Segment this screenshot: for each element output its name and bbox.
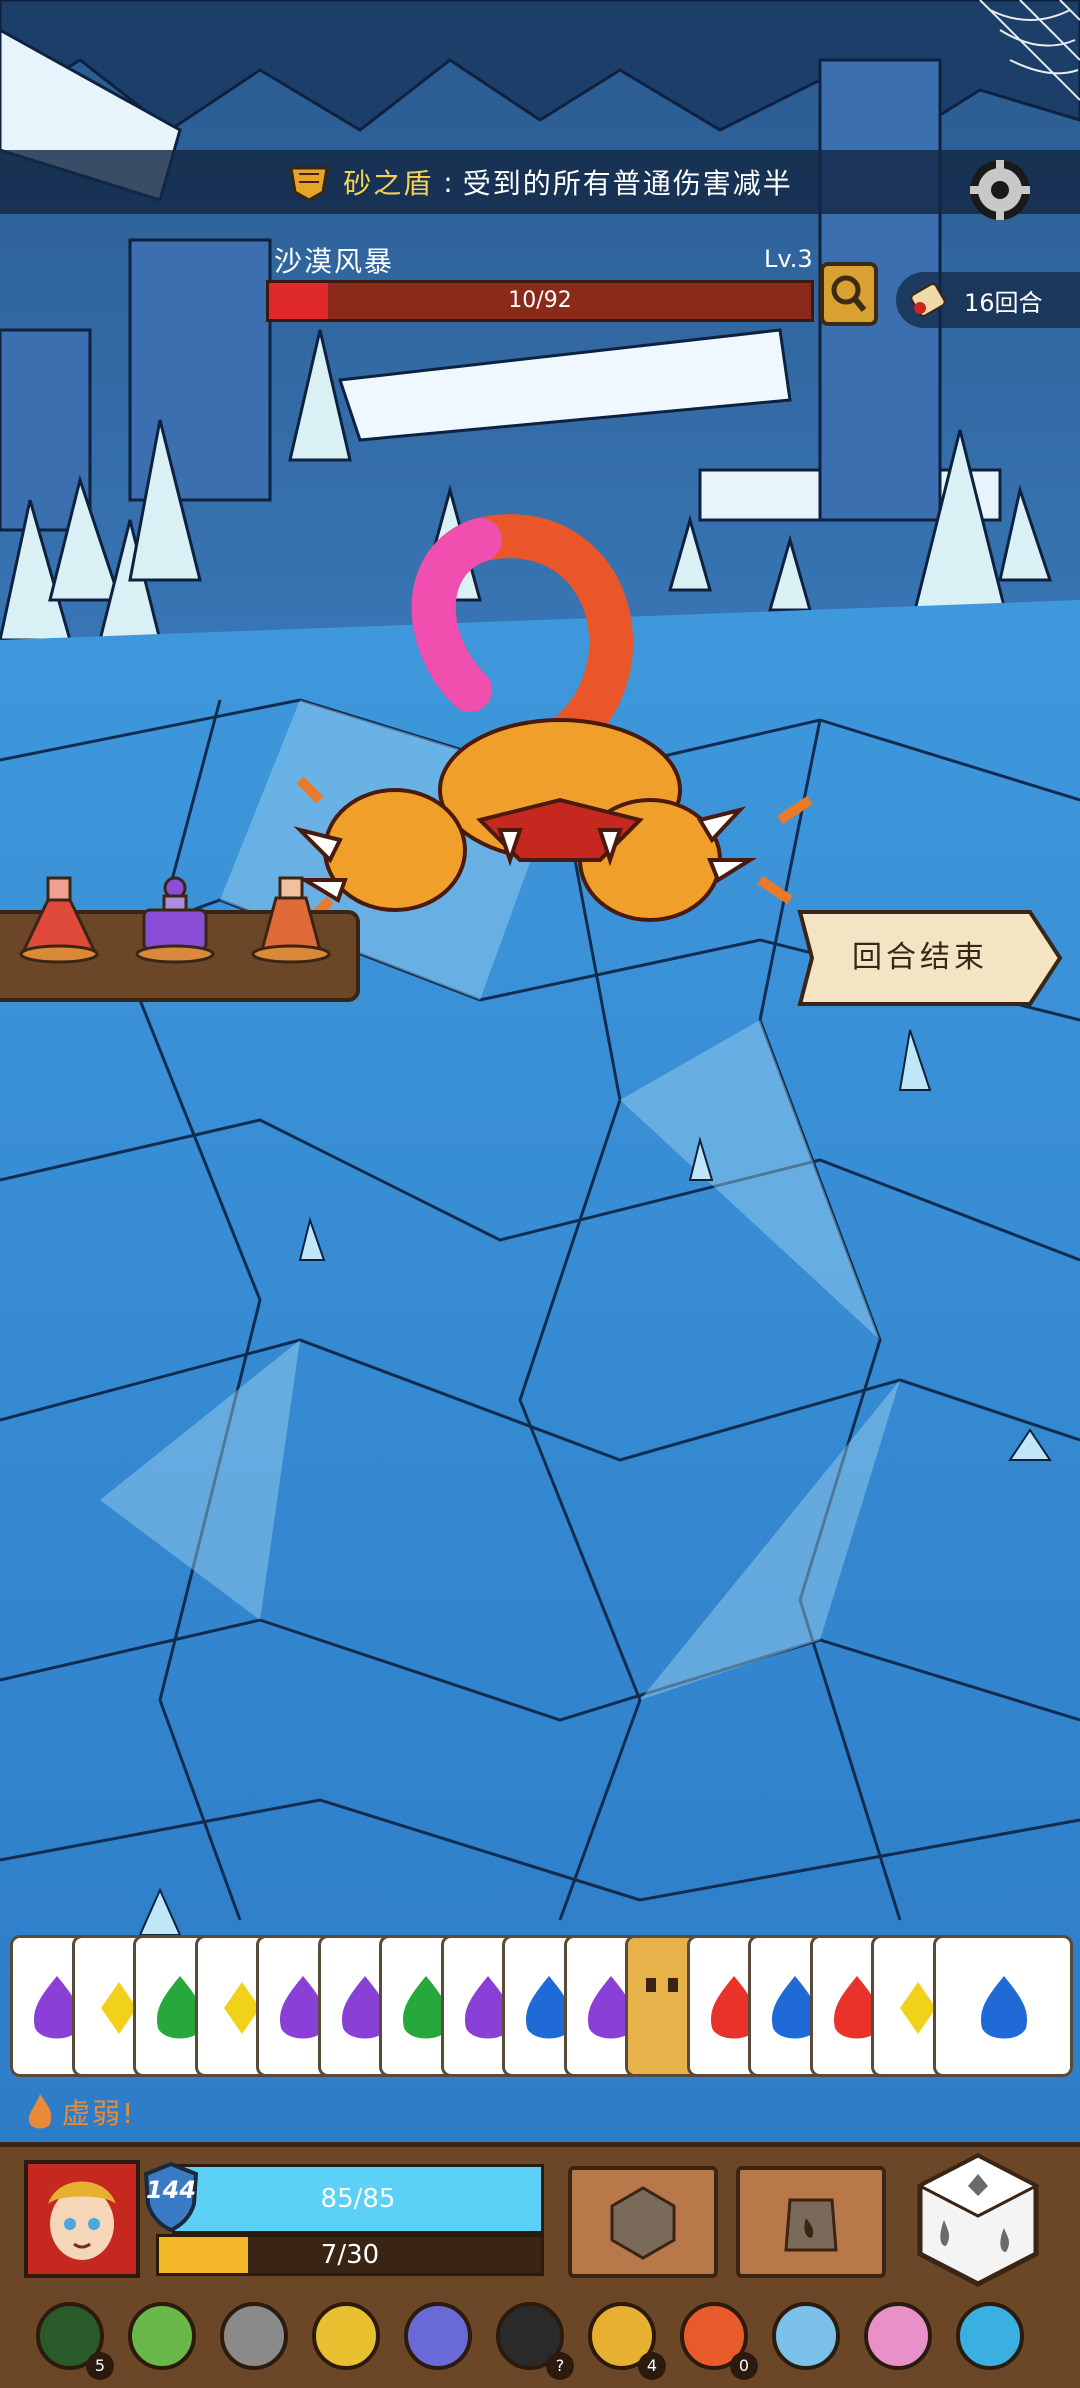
stone-gear-icon[interactable] (216, 2296, 292, 2376)
card-drop[interactable] (932, 1935, 1073, 2077)
hero-portrait (28, 2164, 136, 2274)
pink-d20-icon[interactable] (860, 2296, 936, 2376)
shield-value: 144 (145, 2176, 197, 2204)
weak-status: 虚弱! (22, 2092, 135, 2132)
blue-gem-icon[interactable] (952, 2296, 1028, 2376)
player-hp-text: 85/85 (320, 2184, 396, 2214)
round-counter: 16回合 (896, 272, 1080, 328)
roll-dice-button[interactable] (908, 2150, 1048, 2290)
relic-count-badge: 5 (86, 2352, 114, 2380)
blue-claw-icon[interactable] (400, 2296, 476, 2376)
orange-potion[interactable] (246, 870, 336, 970)
enemy-ability-banner: 砂之盾 : 受到的所有普通伤害减半 (0, 150, 1080, 214)
battle-scene: 砂之盾 : 受到的所有普通伤害减半 沙漠风暴 Lv.3 10/92 16回合 回… (0, 0, 1080, 2388)
weak-status-text: 虚弱! (62, 2097, 136, 2130)
magnifier-icon (831, 275, 867, 312)
drop-icon (980, 1976, 1027, 2039)
leaf-icon[interactable] (124, 2296, 200, 2376)
purple-potion[interactable] (130, 870, 220, 970)
flame-icon (28, 2094, 52, 2129)
golden-helmet-icon[interactable] (308, 2296, 384, 2376)
enemy-hp-text: 10/92 (508, 288, 572, 313)
equipment-slot-dice[interactable] (568, 2166, 718, 2278)
sand-shield-icon (289, 166, 330, 202)
end-turn-label: 回合结束 (852, 940, 988, 975)
scroll-icon (910, 283, 946, 317)
equipment-slot-pot[interactable] (736, 2166, 886, 2278)
player-energy-text: 7/30 (320, 2240, 380, 2270)
enemy-name: 沙漠风暴 (274, 245, 395, 278)
enemy-hp-bar: 10/92 (266, 280, 814, 322)
red-potion[interactable] (14, 870, 104, 970)
pot-icon (784, 2198, 838, 2252)
round-text: 16回合 (964, 288, 1043, 317)
relic-count-badge: ? (546, 2352, 574, 2380)
player-energy-bar: 7/30 (156, 2234, 544, 2276)
enemy-level: Lv.3 (764, 245, 813, 273)
ability-description: 受到的所有普通伤害减半 (462, 167, 793, 200)
relic-count-badge: 0 (730, 2352, 758, 2380)
gear-icon[interactable] (960, 150, 1040, 230)
ability-separator: : (443, 165, 453, 199)
horn-icon[interactable] (768, 2296, 844, 2376)
inspect-enemy-button[interactable] (820, 262, 878, 326)
avatar[interactable] (24, 2160, 140, 2278)
player-hp-bar: 85/85 (172, 2164, 544, 2234)
d20-icon (610, 2186, 676, 2260)
ability-name: 砂之盾 (343, 167, 434, 200)
relic-count-badge: 4 (638, 2352, 666, 2380)
